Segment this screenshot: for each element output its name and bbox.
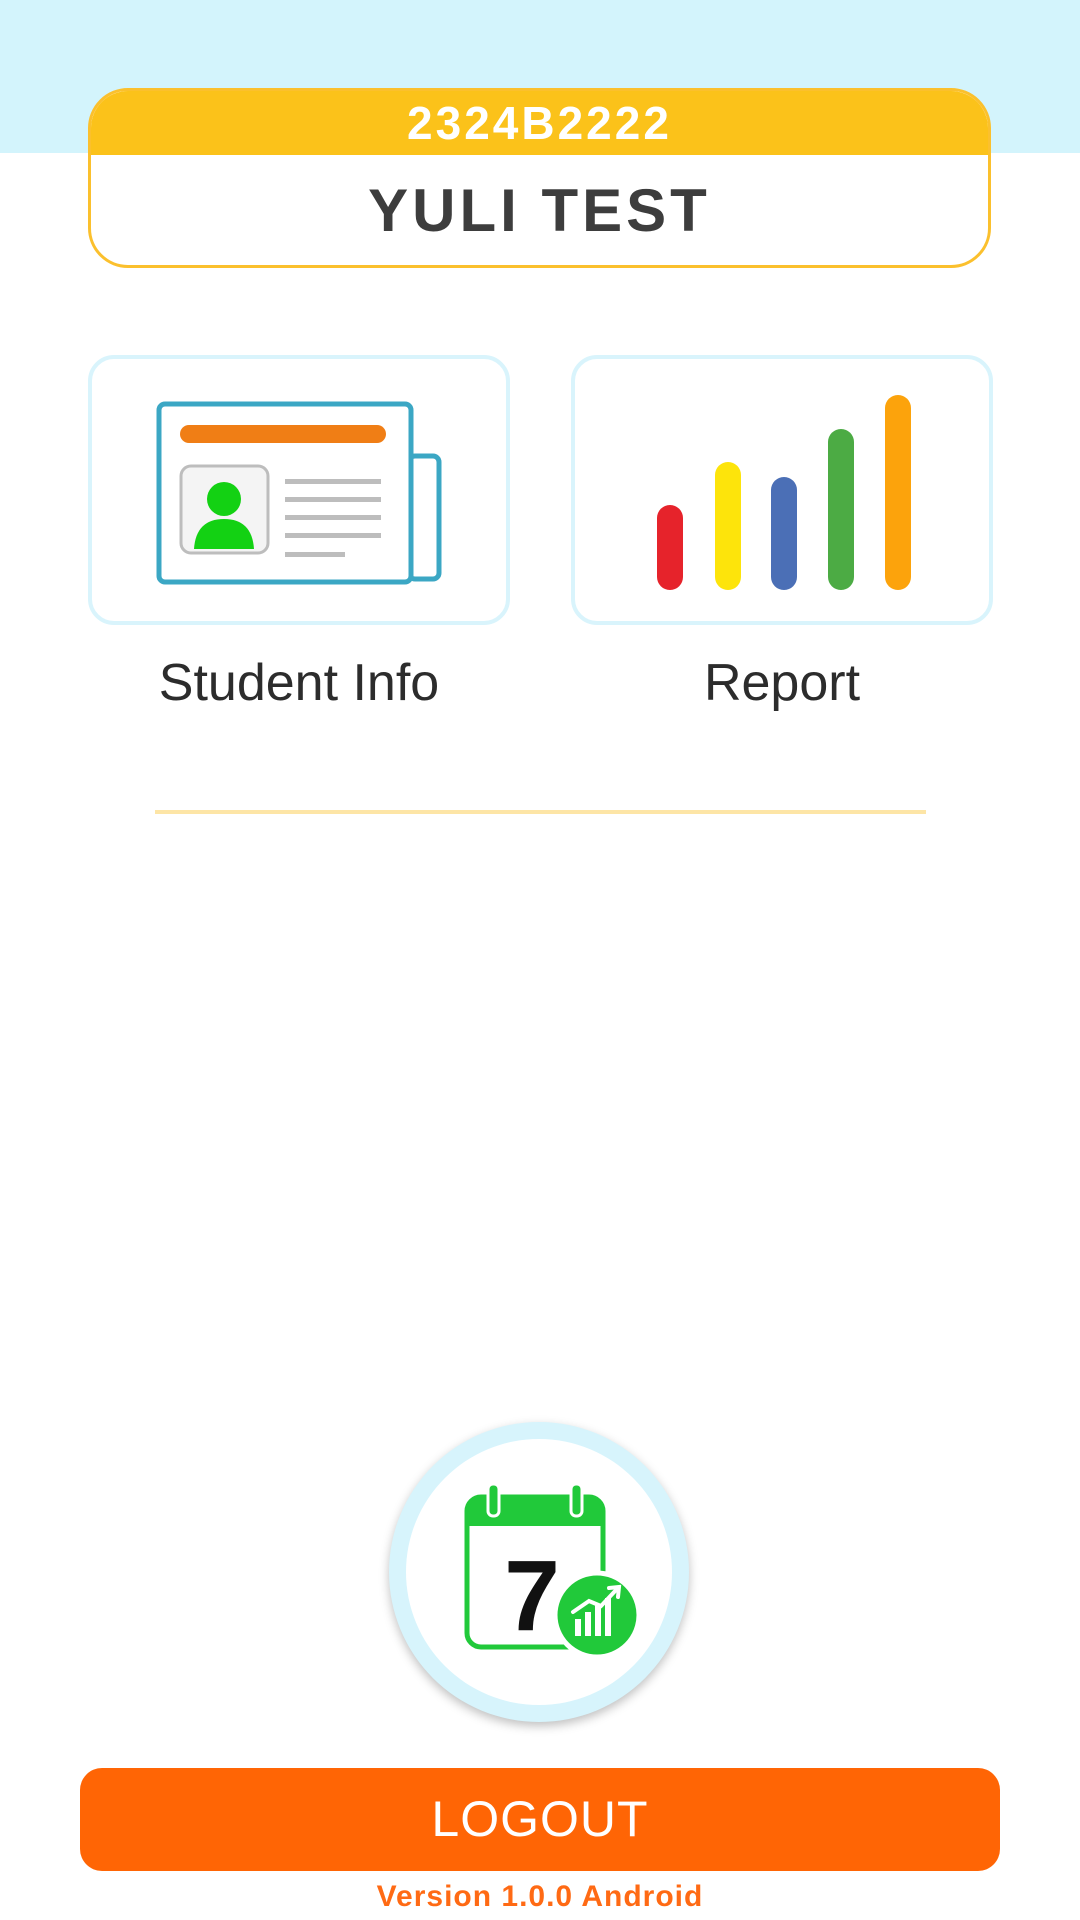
version-text: Version 1.0.0 Android [376,1880,704,1913]
calendar-day: 7 [504,1540,560,1652]
calendar-stats-button[interactable]: 7 [389,1422,689,1722]
logout-button[interactable]: LOGOUT [80,1768,1000,1871]
divider [155,810,926,814]
calendar-stats-icon: 7 [464,1482,642,1660]
report-tile[interactable] [571,355,993,625]
report-label: Report [703,654,861,712]
bar-chart-icon [657,395,911,590]
student-info-label: Student Info [158,654,440,712]
student-id-card-icon [156,401,442,585]
student-name: YULI TEST [368,177,711,244]
student-info-tile[interactable] [88,355,510,625]
student-id-card: 2324B2222 YULI TEST [88,88,991,268]
student-id: 2324B2222 [91,91,988,155]
